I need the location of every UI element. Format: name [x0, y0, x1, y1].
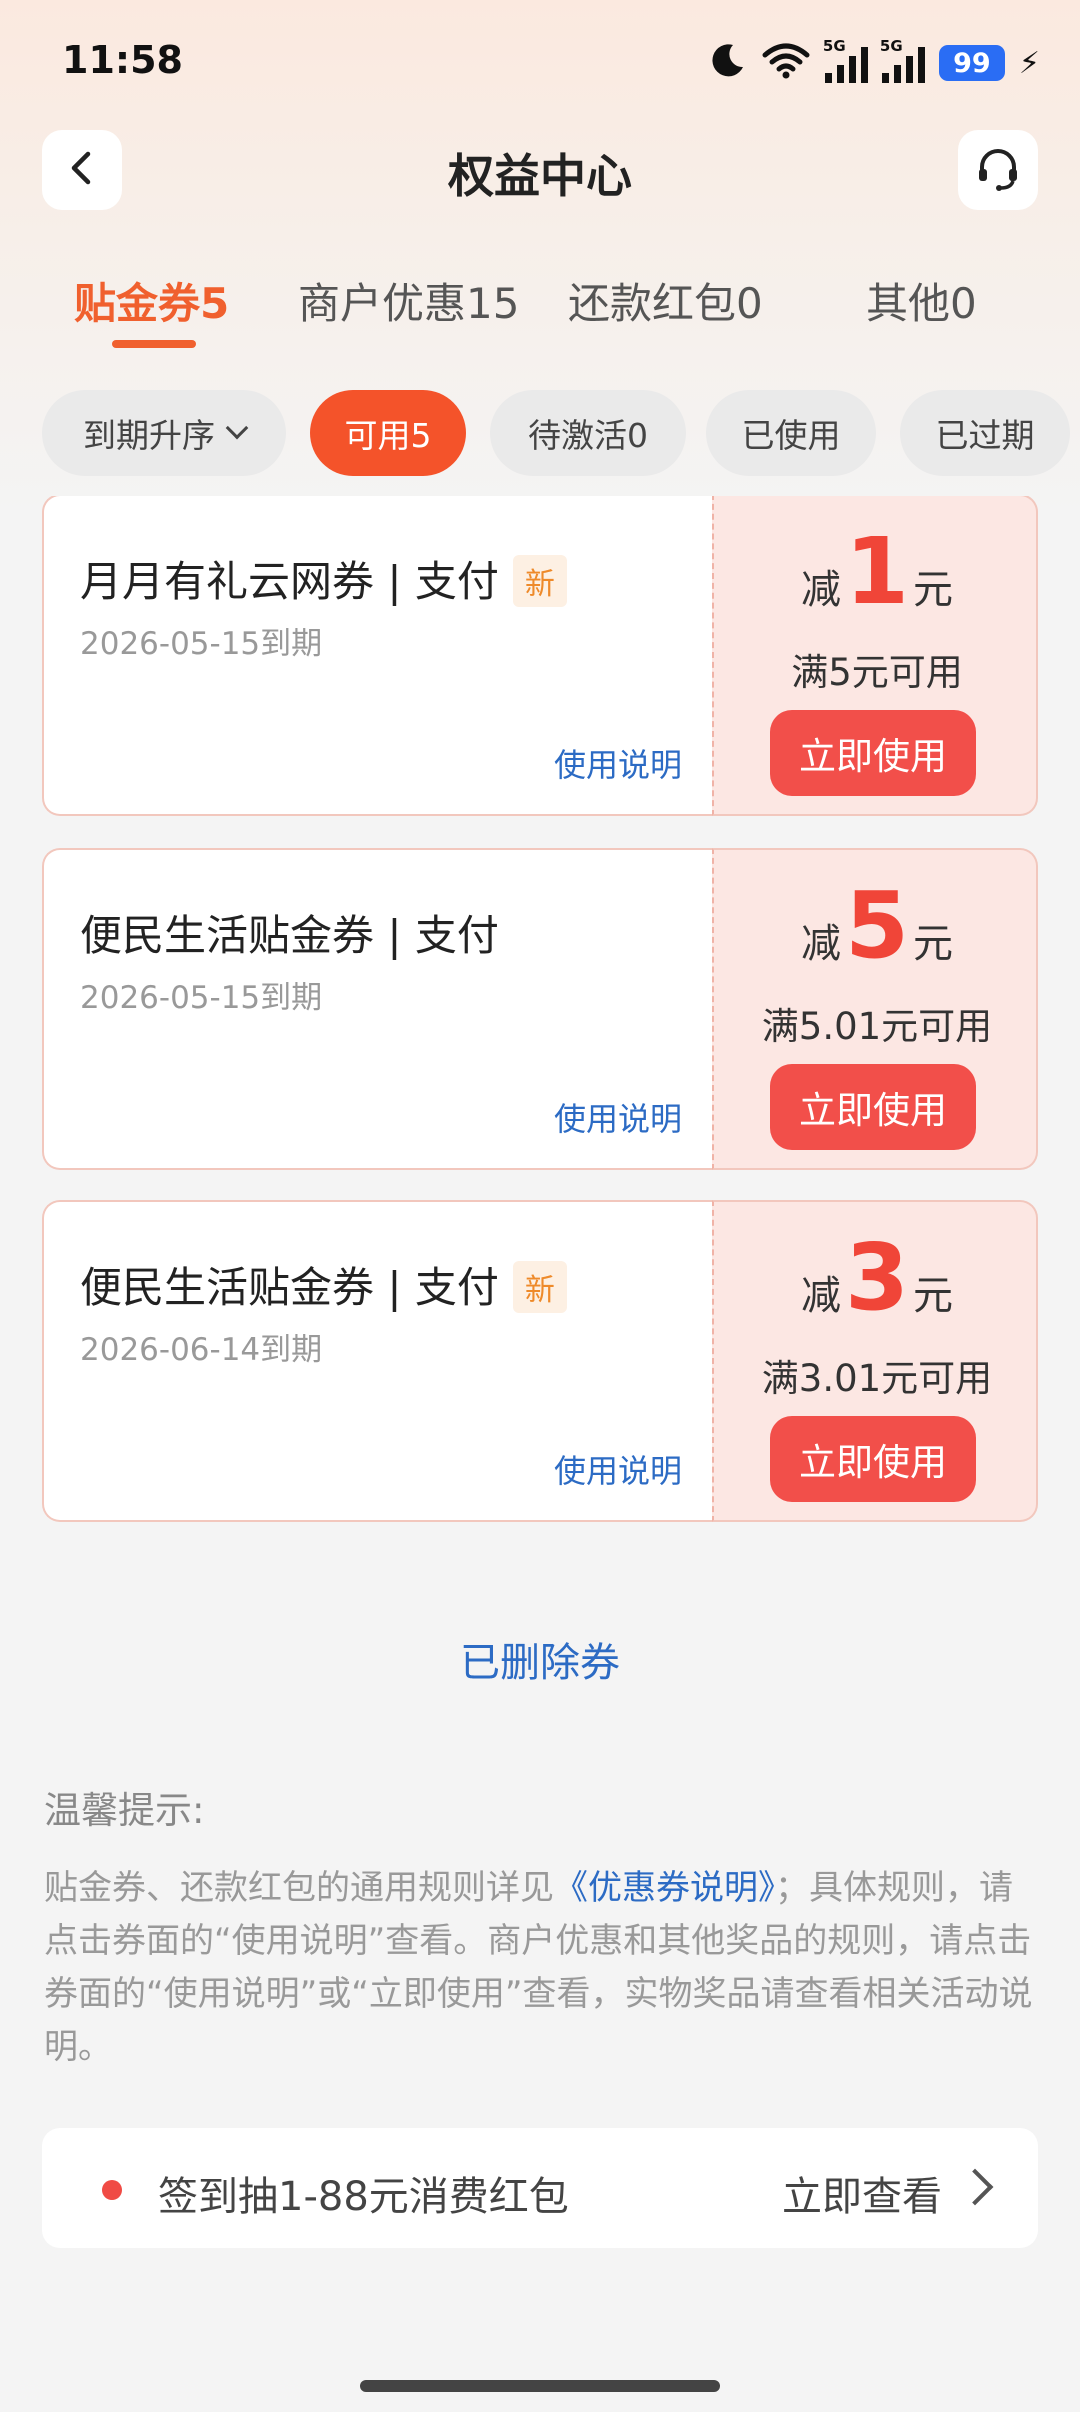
signal-label: 5G — [822, 37, 846, 55]
coupon-title: 月月有礼云网券 | 支付新 — [80, 548, 567, 611]
view-now-link[interactable]: 立即查看 — [782, 2164, 942, 2222]
discount-amount: 减1 元 — [800, 518, 953, 625]
status-bar: 11:58 5G 5G 99 ⚡ — [0, 0, 1080, 120]
coupon-value-panel: 减1 元 满5元可用 立即使用 — [712, 496, 1038, 816]
promo-text: 签到抽1-88元消费红包 — [158, 2174, 569, 2220]
coupon-list[interactable]: 月月有礼云网券 | 支付新 2026-05-15到期 使用说明 减1 元 满5元可… — [0, 496, 1080, 1536]
filter-label: 到期升序 — [83, 416, 215, 455]
use-now-button[interactable]: 立即使用 — [770, 710, 976, 796]
use-now-button[interactable]: 立即使用 — [770, 1416, 976, 1502]
deleted-coupons-link[interactable]: 已删除券 — [0, 1630, 1080, 1688]
status-icons: 5G 5G 99 ⚡ — [707, 36, 1040, 90]
coupon-value-panel: 减3 元 满3.01元可用 立即使用 — [712, 1200, 1038, 1522]
chevron-down-icon — [225, 416, 249, 440]
filter-expired[interactable]: 已过期 — [900, 390, 1070, 476]
headset-icon — [973, 143, 1023, 197]
wifi-icon — [761, 41, 811, 85]
coupon-info: 便民生活贴金券 | 支付新 2026-06-14到期 使用说明 — [42, 1200, 712, 1522]
coupon-title: 便民生活贴金券 | 支付 — [80, 911, 499, 960]
battery-icon: 99 — [938, 45, 1005, 81]
discount-amount: 减3 元 — [800, 1224, 953, 1331]
tips-body: 贴金券、还款红包的通用规则详见《优惠券说明》；具体规则，请点击券面的“使用说明”… — [44, 1862, 1040, 2074]
page-title: 权益中心 — [448, 149, 632, 203]
coupon-title: 便民生活贴金券 | 支付新 — [80, 1254, 567, 1317]
usage-instructions-link[interactable]: 使用说明 — [554, 1446, 682, 1492]
new-badge: 新 — [512, 1260, 567, 1313]
tab-others[interactable]: 其他0 — [866, 270, 977, 331]
home-indicator[interactable] — [360, 2380, 720, 2392]
signal-label: 5G — [879, 37, 903, 55]
coupon-expiry: 2026-05-15到期 — [80, 626, 323, 662]
active-tab-indicator — [112, 340, 196, 348]
min-spend: 满5元可用 — [791, 651, 963, 694]
chevron-right-icon — [956, 2168, 994, 2206]
tips-title: 温馨提示: — [44, 1789, 205, 1832]
tab-gold-coupon[interactable]: 贴金券5 — [74, 270, 229, 331]
tips-text: 贴金券、还款红包的通用规则详见 — [44, 1868, 554, 1908]
signal-icon: 5G — [880, 37, 925, 83]
status-time: 11:58 — [62, 38, 183, 82]
coupon-card: 便民生活贴金券 | 支付 2026-05-15到期 使用说明 减5 元 满5.01… — [42, 848, 1038, 1170]
filter-available[interactable]: 可用5 — [310, 390, 466, 476]
red-dot-icon — [102, 2180, 122, 2200]
coupon-card: 月月有礼云网券 | 支付新 2026-05-15到期 使用说明 减1 元 满5元可… — [42, 496, 1038, 816]
coupon-card: 便民生活贴金券 | 支付新 2026-06-14到期 使用说明 减3 元 满3.0… — [42, 1200, 1038, 1522]
coupon-value-panel: 减5 元 满5.01元可用 立即使用 — [712, 848, 1038, 1170]
coupon-info: 便民生活贴金券 | 支付 2026-05-15到期 使用说明 — [42, 848, 712, 1170]
min-spend: 满5.01元可用 — [761, 1005, 993, 1048]
filter-pending-activation[interactable]: 待激活0 — [490, 390, 686, 476]
new-badge: 新 — [512, 554, 567, 607]
promo-banner[interactable]: 签到抽1-88元消费红包 立即查看 — [42, 2128, 1038, 2248]
min-spend: 满3.01元可用 — [761, 1357, 993, 1400]
tab-merchant-offers[interactable]: 商户优惠15 — [298, 270, 519, 331]
filter-used[interactable]: 已使用 — [706, 390, 876, 476]
usage-instructions-link[interactable]: 使用说明 — [554, 1094, 682, 1140]
customer-service-button[interactable] — [958, 130, 1038, 210]
usage-instructions-link[interactable]: 使用说明 — [554, 740, 682, 786]
moon-icon — [707, 41, 747, 85]
filter-sort-expiry[interactable]: 到期升序 — [42, 390, 286, 476]
use-now-button[interactable]: 立即使用 — [770, 1064, 976, 1150]
coupon-rules-link[interactable]: 《优惠券说明》 — [554, 1868, 775, 1908]
coupon-expiry: 2026-06-14到期 — [80, 1332, 323, 1368]
tab-repayment-red-packet[interactable]: 还款红包0 — [568, 270, 763, 331]
coupon-expiry: 2026-05-15到期 — [80, 980, 323, 1016]
coupon-info: 月月有礼云网券 | 支付新 2026-05-15到期 使用说明 — [42, 496, 712, 816]
signal-icon: 5G — [823, 37, 868, 83]
discount-amount: 减5 元 — [800, 872, 953, 979]
charging-icon: ⚡ — [1018, 45, 1040, 81]
